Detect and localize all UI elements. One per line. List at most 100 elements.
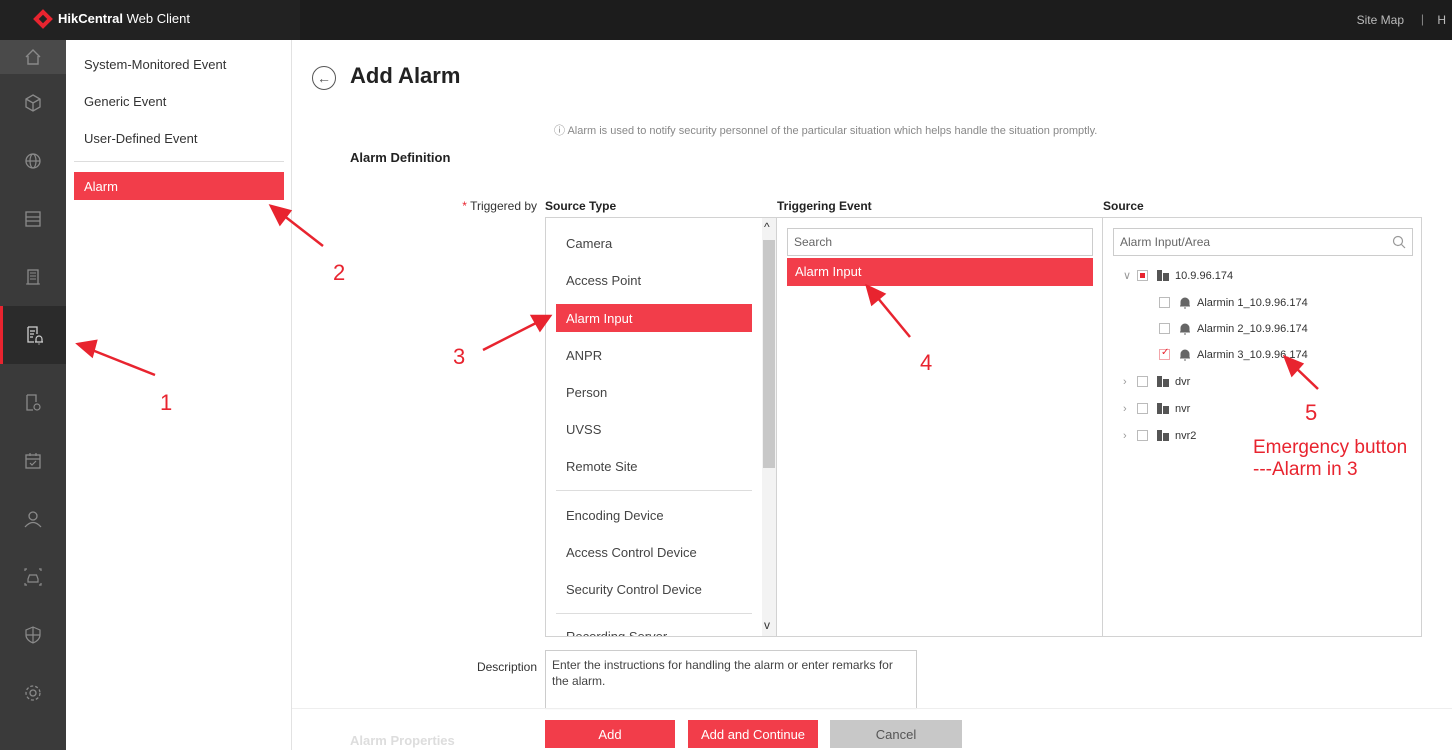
scroll-up-icon[interactable]: ^ [764,220,770,234]
subnav-alarm[interactable]: Alarm [74,172,284,200]
event-subnav: System-Monitored Event Generic Event Use… [66,40,292,750]
nav-schedule[interactable] [0,432,66,490]
tree-node-dvr[interactable]: › dvr [1123,375,1190,388]
globe-icon [25,153,41,169]
subnav-system-monitored-event[interactable]: System-Monitored Event [84,57,226,72]
settings-icon [25,685,41,701]
report-icon [26,394,41,411]
site-map-link[interactable]: Site Map [1357,13,1404,27]
annotation-1: 1 [160,390,173,415]
main-nav [0,40,66,750]
cancel-button[interactable]: Cancel [830,720,962,748]
nav-report[interactable] [0,374,66,432]
source-type-access-point[interactable]: Access Point [566,273,641,288]
triggering-event-search-input[interactable]: Search [787,228,1093,256]
tree-checkbox[interactable] [1137,270,1148,281]
server-icon [25,211,41,227]
nav-person[interactable] [0,490,66,548]
tree-node-10.9.96.174[interactable]: ∨ 10.9.96.174 [1123,269,1233,283]
source-type-header: Source Type [545,199,617,213]
source-type-encoding-device[interactable]: Encoding Device [566,508,664,523]
tree-checkbox-checked[interactable] [1159,347,1170,360]
nav-event-alarm[interactable] [0,306,66,364]
description-textarea[interactable]: Enter the instructions for handling the … [545,650,917,710]
tree-checkbox[interactable] [1159,297,1170,308]
nav-vehicle[interactable] [0,548,66,606]
app-title: HikCentral Web Client [58,11,190,26]
source-type-camera[interactable]: Camera [566,236,612,251]
tree-node-alarmin-3[interactable]: Alarmin 3_10.9.96.174 [1159,347,1308,361]
chevron-right-icon[interactable]: › [1123,376,1137,388]
header-separator: | [1420,12,1424,26]
source-type-list[interactable]: Camera Access Point Alarm Input ANPR Per… [545,217,777,637]
tree-node-alarmin-1[interactable]: Alarmin 1_10.9.96.174 [1159,296,1308,309]
hikvision-logo-icon [33,9,53,29]
triggering-event-alarm-input[interactable]: Alarm Input [787,258,1093,286]
add-and-continue-button[interactable]: Add and Continue [688,720,818,748]
source-type-access-control-device[interactable]: Access Control Device [566,545,697,560]
nav-resources[interactable] [0,74,66,132]
nav-map[interactable] [0,132,66,190]
page-title: Add Alarm [350,63,461,88]
annotation-5: 5 [1305,400,1318,425]
top-bar: HikCentral Web Client Site Map | H [0,0,1452,40]
building-icon [26,269,40,285]
shield-icon [25,626,41,644]
alarm-properties-title: Alarm Properties [350,733,455,748]
tree-node-nvr[interactable]: › nvr [1123,402,1190,415]
tree-checkbox[interactable] [1137,430,1148,441]
tree-node-nvr2[interactable]: › nvr2 [1123,429,1196,442]
alarm-input-icon [1178,322,1192,335]
alarm-input-icon [1178,348,1192,361]
annotation-2: 2 [333,260,346,285]
source-type-security-control-device[interactable]: Security Control Device [566,582,702,597]
device-icon [1156,402,1170,415]
nav-home[interactable] [0,40,66,74]
description-label: Description [476,660,537,674]
triggering-event-header: Triggering Event [777,199,872,213]
event-alarm-icon [26,326,43,345]
info-text: ⓘ Alarm is used to notify security perso… [554,125,1098,137]
source-tree-panel: Alarm Input/Area ∨ 10.9.96.174 Alarmin 1… [1102,217,1422,637]
nav-storage[interactable] [0,190,66,248]
source-type-uvss[interactable]: UVSS [566,422,601,437]
vehicle-icon [24,568,42,586]
source-type-recording-server[interactable]: Recording Server [566,629,667,636]
chevron-right-icon[interactable]: › [1123,403,1137,415]
add-button[interactable]: Add [545,720,675,748]
tree-checkbox[interactable] [1137,376,1148,387]
back-arrow-icon: ← [317,70,331,86]
source-type-divider [556,490,752,491]
home-icon [25,49,41,65]
source-type-remote-site[interactable]: Remote Site [566,459,638,474]
chevron-right-icon[interactable]: › [1123,430,1137,442]
scroll-thumb[interactable] [763,240,775,468]
nav-security[interactable] [0,606,66,664]
top-bar-brand: HikCentral Web Client [0,0,300,40]
source-type-alarm-input[interactable]: Alarm Input [556,304,752,332]
tree-node-alarmin-2[interactable]: Alarmin 2_10.9.96.174 [1159,322,1308,335]
chevron-down-icon[interactable]: ∨ [1123,269,1137,282]
cube-icon [25,94,41,112]
back-button[interactable]: ← [312,66,336,90]
calendar-icon [25,453,41,469]
person-icon [24,511,42,528]
source-type-anpr[interactable]: ANPR [566,348,602,363]
triggering-event-list: Search Alarm Input [776,217,1103,637]
search-icon[interactable] [1392,235,1406,249]
source-type-person[interactable]: Person [566,385,607,400]
source-search-input[interactable]: Alarm Input/Area [1113,228,1413,256]
source-type-scrollbar[interactable]: ^ v [762,218,776,636]
nav-organization[interactable] [0,248,66,306]
device-icon [1156,429,1170,442]
subnav-generic-event[interactable]: Generic Event [84,94,166,109]
section-title: Alarm Definition [350,150,451,165]
tree-checkbox[interactable] [1159,323,1170,334]
alarm-input-icon [1178,296,1192,309]
tree-checkbox[interactable] [1137,403,1148,414]
scroll-down-icon[interactable]: v [764,618,770,632]
header-overflow-link[interactable]: H [1437,13,1446,27]
nav-settings[interactable] [0,664,66,722]
source-header: Source [1103,199,1144,213]
subnav-user-defined-event[interactable]: User-Defined Event [84,131,197,146]
